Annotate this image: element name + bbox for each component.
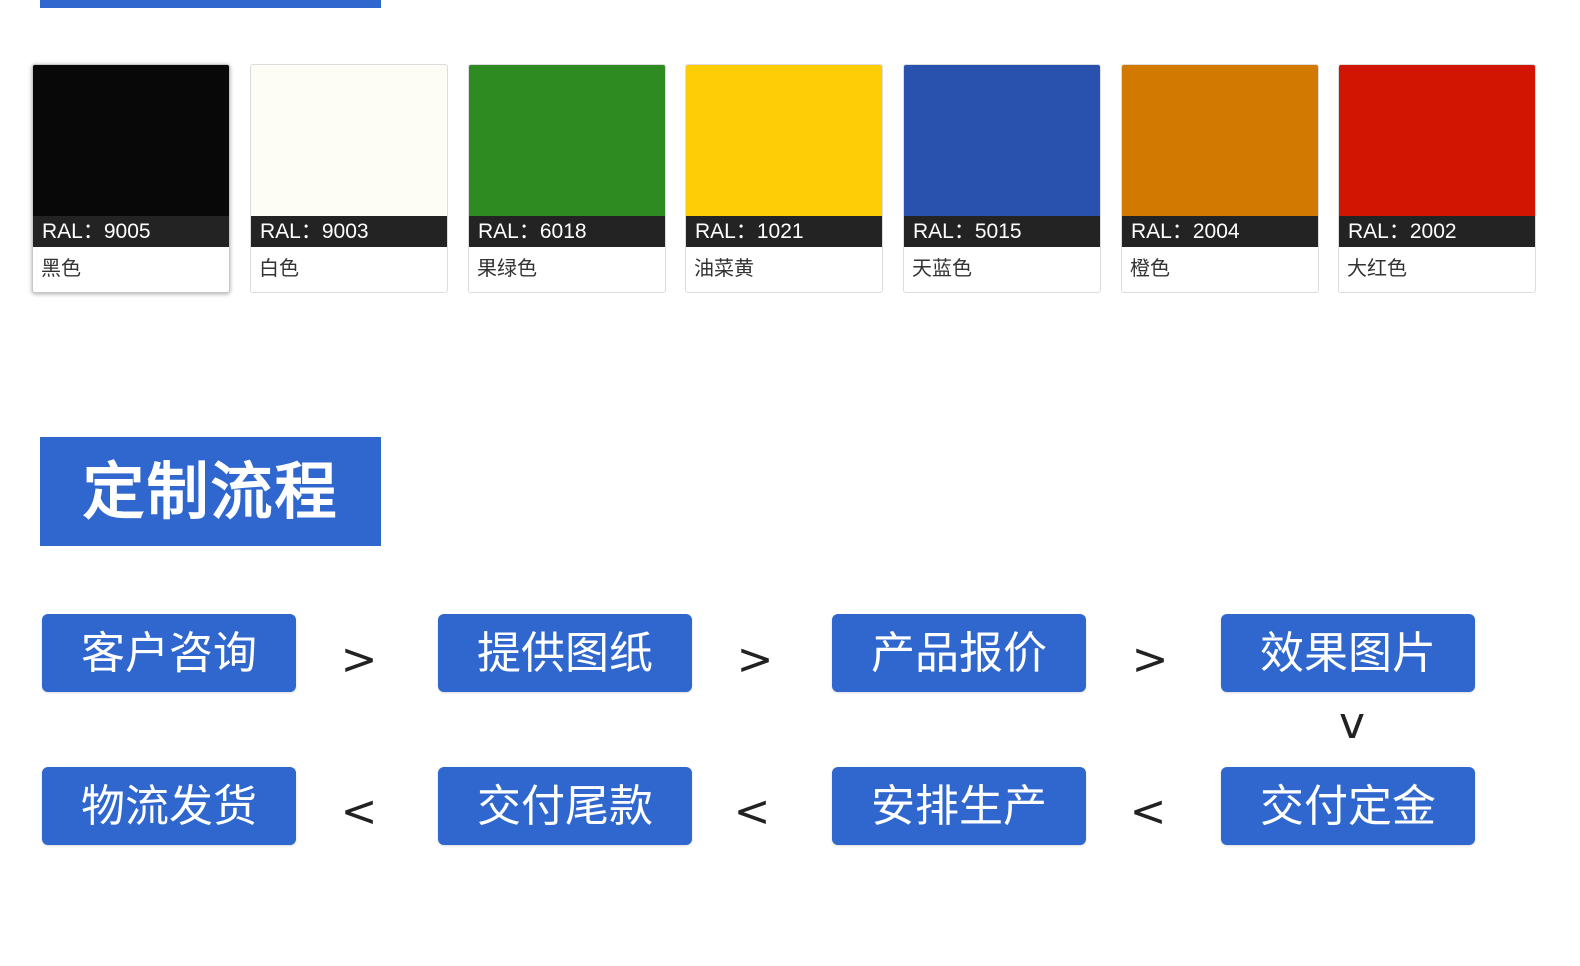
swatch-code: RAL：6018 [469,216,665,247]
swatch-color [686,65,882,216]
arrow-down-icon: v [1338,698,1366,749]
swatch-color [904,65,1100,216]
swatch-color [1122,65,1318,216]
swatch-color [1339,65,1535,216]
swatch-card-2[interactable]: RAL：9003 白色 [250,64,448,293]
swatch-card-1[interactable]: RAL：9005 黑色 [32,64,230,293]
step-customer-consult[interactable]: 客户咨询 [42,614,296,692]
swatch-code: RAL：9003 [251,216,447,247]
swatch-name: 橙色 [1130,256,1170,280]
step-deposit-payment[interactable]: 交付定金 [1221,767,1475,845]
swatch-code: RAL：5015 [904,216,1100,247]
step-product-quote[interactable]: 产品报价 [832,614,1086,692]
swatch-code: RAL：2004 [1122,216,1318,247]
swatch-color [33,65,229,216]
arrow-right-icon: > [340,634,378,685]
swatch-card-6[interactable]: RAL：2004 橙色 [1121,64,1319,293]
step-final-payment[interactable]: 交付尾款 [438,767,692,845]
swatch-name: 黑色 [41,256,81,280]
arrow-right-icon: > [1131,634,1169,685]
arrow-left-icon: < [733,786,771,837]
swatch-code: RAL：9005 [33,216,229,247]
step-logistics-shipping[interactable]: 物流发货 [42,767,296,845]
swatch-color [469,65,665,216]
swatch-code: RAL：2002 [1339,216,1535,247]
swatch-card-3[interactable]: RAL：6018 果绿色 [468,64,666,293]
swatch-name: 大红色 [1347,256,1407,280]
swatch-name: 油菜黄 [694,256,754,280]
arrow-right-icon: > [736,634,774,685]
step-effect-images[interactable]: 效果图片 [1221,614,1475,692]
arrow-left-icon: < [1129,786,1167,837]
swatch-color [251,65,447,216]
swatch-card-5[interactable]: RAL：5015 天蓝色 [903,64,1101,293]
process-section-title: 定制流程 [40,437,381,546]
step-provide-drawings[interactable]: 提供图纸 [438,614,692,692]
swatch-card-4[interactable]: RAL：1021 油菜黄 [685,64,883,293]
swatch-name: 果绿色 [477,256,537,280]
swatch-code: RAL：1021 [686,216,882,247]
top-section-bar [40,0,381,8]
swatch-card-7[interactable]: RAL：2002 大红色 [1338,64,1536,293]
swatch-name: 天蓝色 [912,256,972,280]
arrow-left-icon: < [340,786,378,837]
swatch-name: 白色 [259,256,299,280]
step-arrange-production[interactable]: 安排生产 [832,767,1086,845]
